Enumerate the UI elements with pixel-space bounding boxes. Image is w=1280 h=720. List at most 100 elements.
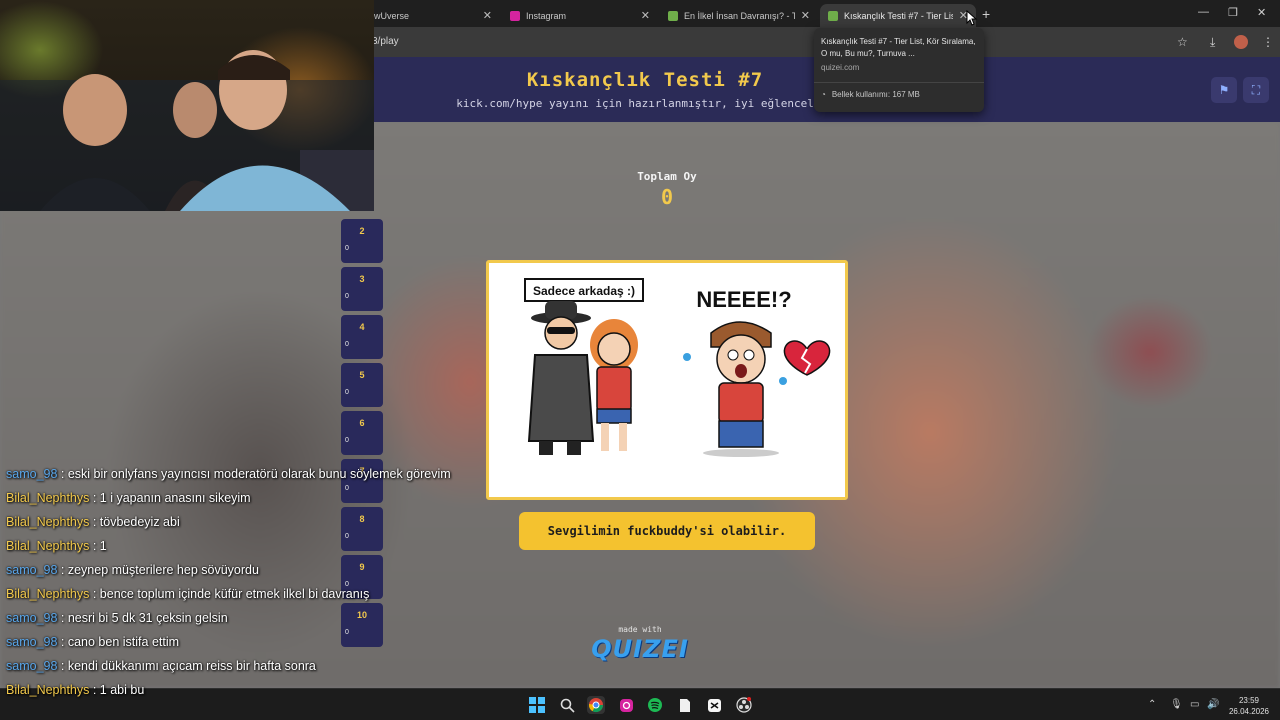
network-icon[interactable]: ▭ [1190, 699, 1199, 710]
shout-text: NEEEE!? [696, 287, 791, 312]
chat-text: : eski bir onlyfans yayıncısı moderatörü… [57, 467, 451, 481]
tab-title: Instagram [526, 10, 567, 21]
answer-caption: Sevgilimin fuckbuddy'si olabilir. [519, 512, 815, 550]
comic-illustration: Sadece arkadaş :) NEEEE!? [524, 278, 831, 457]
tab-ilkel-insan[interactable]: En İlkel İnsan Davranışı? - Tier L ✕ [660, 4, 818, 27]
quizei-logo[interactable]: QUIZEI [590, 635, 690, 663]
search-icon[interactable] [558, 696, 576, 714]
tier-count: 0 [345, 437, 349, 444]
sign-text: Sadece arkadaş :) [533, 284, 635, 298]
tier-slot[interactable]: 20 [341, 219, 383, 263]
webcam-scene [0, 50, 374, 211]
girl-figure [590, 319, 638, 451]
chat-message: Bilal_Nephthys : tövbedeyiz abi [6, 510, 486, 534]
chrome-icon[interactable] [587, 696, 605, 714]
minimize-icon[interactable]: — [1198, 6, 1209, 18]
screen: wUverse ✕ Instagram ✕ En İlkel İnsan Dav… [0, 0, 1280, 720]
instagram-favicon-icon [510, 10, 520, 21]
chat-text: : bence toplum içinde küfür etmek ilkel … [89, 587, 370, 601]
chat-message: Bilal_Nephthys : 1 abi bu [6, 678, 486, 702]
close-window-icon[interactable]: ✕ [1257, 6, 1266, 19]
fullscreen-icon[interactable]: ⛶ [1243, 77, 1269, 103]
tab-title: wUverse [374, 10, 410, 21]
chat-text: : nesri bi 5 dk 31 çeksin gelsin [57, 611, 228, 625]
tier-slot[interactable]: 30 [341, 267, 383, 311]
webcam-overlay [0, 0, 374, 211]
obs-icon[interactable] [735, 696, 753, 714]
chat-message: Bilal_Nephthys : 1 i yapanın anasını sik… [6, 486, 486, 510]
tier-number: 2 [359, 226, 365, 236]
chat-message: samo_98 : eski bir onlyfans yayıncısı mo… [6, 462, 486, 486]
chat-text: : 1 abi bu [89, 683, 145, 697]
download-icon[interactable]: ⤓ [1210, 35, 1215, 50]
clock-date: 26.04.2026 [1228, 707, 1270, 716]
chat-message: samo_98 : kendi dükkanımı açıcam reiss b… [6, 654, 486, 678]
profile-avatar-icon[interactable] [1234, 35, 1248, 49]
close-tab-icon[interactable]: ✕ [801, 9, 810, 22]
crying-guy-figure [683, 321, 787, 457]
chat-username: Bilal_Nephthys [6, 587, 90, 601]
tab-hover-card: Kıskançlık Testi #7 - Tier List, Kör Sır… [814, 28, 984, 112]
windows-start-icon[interactable] [528, 696, 546, 714]
chat-message: samo_98 : zeynep müşterilere hep sövüyor… [6, 558, 486, 582]
notepad-icon[interactable] [676, 696, 694, 714]
url-field[interactable]: 3/play [372, 36, 399, 47]
chat-username: samo_98 [6, 635, 58, 649]
chat-text: : cano ben istifa ettim [57, 635, 180, 649]
spotify-icon[interactable] [646, 696, 664, 714]
chat-username: Bilal_Nephthys [6, 491, 90, 505]
quizei-favicon-icon [828, 10, 838, 21]
chat-text: : 1 [89, 539, 107, 553]
tray-overflow-icon[interactable]: ⌃ [1148, 699, 1156, 710]
chat-username: samo_98 [6, 659, 58, 673]
tier-slot[interactable]: 60 [341, 411, 383, 455]
quizei-favicon-icon [668, 10, 678, 21]
capcut-icon[interactable] [705, 696, 723, 714]
spy-figure [527, 301, 595, 455]
chat-username: samo_98 [6, 467, 58, 481]
bookmark-star-icon[interactable]: ☆ [1177, 35, 1188, 49]
flag-icon[interactable]: ⚑ [1211, 77, 1237, 103]
chat-overlay: samo_98 : eski bir onlyfans yayıncısı mo… [6, 462, 486, 702]
instagram-icon[interactable] [617, 696, 635, 714]
tooltip-host: quizei.com [821, 63, 860, 72]
menu-kebab-icon[interactable]: ⋮ [1262, 35, 1274, 49]
chat-username: Bilal_Nephthys [6, 539, 90, 553]
chat-username: samo_98 [6, 563, 58, 577]
tier-slot[interactable]: 40 [341, 315, 383, 359]
microphone-icon[interactable]: 🎙 [1170, 699, 1183, 710]
chat-message: samo_98 : cano ben istifa ettim [6, 630, 486, 654]
mouse-cursor-icon [966, 10, 978, 26]
chat-text: : zeynep müşterilere hep sövüyordu [57, 563, 259, 577]
system-clock[interactable]: 23:59 26.04.2026 [1224, 695, 1274, 717]
tier-count: 0 [345, 245, 349, 252]
total-votes-count: 0 [660, 185, 674, 209]
close-tab-icon[interactable]: ✕ [483, 9, 492, 22]
chat-message: Bilal_Nephthys : 1 [6, 534, 486, 558]
tab-kiskanclik-testi[interactable]: Kıskançlık Testi #7 - Tier List, Kö ✕ [820, 4, 976, 27]
tooltip-memory: ◔ Bellek kullanımı: 167 MB [821, 89, 977, 101]
tab-title: Kıskançlık Testi #7 - Tier List, Kö [844, 10, 953, 21]
quiz-item-card[interactable]: Sadece arkadaş :) NEEEE!? [486, 260, 848, 500]
chat-text: : tövbedeyiz abi [89, 515, 180, 529]
close-tab-icon[interactable]: ✕ [641, 9, 650, 22]
tooltip-title: Kıskançlık Testi #7 - Tier List, Kör Sır… [821, 37, 976, 58]
memory-usage: Bellek kullanımı: 167 MB [831, 90, 920, 99]
made-with-label: made with [618, 625, 662, 634]
memory-icon: ◔ [821, 90, 826, 99]
clock-time: 23:59 [1238, 696, 1260, 705]
tab-title: En İlkel İnsan Davranışı? - Tier L [684, 10, 795, 21]
tier-count: 0 [345, 389, 349, 396]
new-tab-icon[interactable]: + [982, 6, 990, 22]
chat-text: : kendi dükkanımı açıcam reiss bir hafta… [57, 659, 316, 673]
tier-number: 5 [359, 370, 365, 380]
chat-message: Bilal_Nephthys : bence toplum içinde küf… [6, 582, 486, 606]
chat-username: samo_98 [6, 611, 58, 625]
tab-instagram[interactable]: Instagram ✕ [502, 4, 658, 27]
volume-icon[interactable]: 🔊 [1207, 699, 1219, 710]
tier-slot[interactable]: 50 [341, 363, 383, 407]
restore-icon[interactable]: ❐ [1228, 6, 1238, 19]
chat-username: Bilal_Nephthys [6, 683, 90, 697]
tab-wuverse[interactable]: wUverse ✕ [366, 4, 500, 27]
chat-text: : 1 i yapanın anasını sikeyim [89, 491, 251, 505]
